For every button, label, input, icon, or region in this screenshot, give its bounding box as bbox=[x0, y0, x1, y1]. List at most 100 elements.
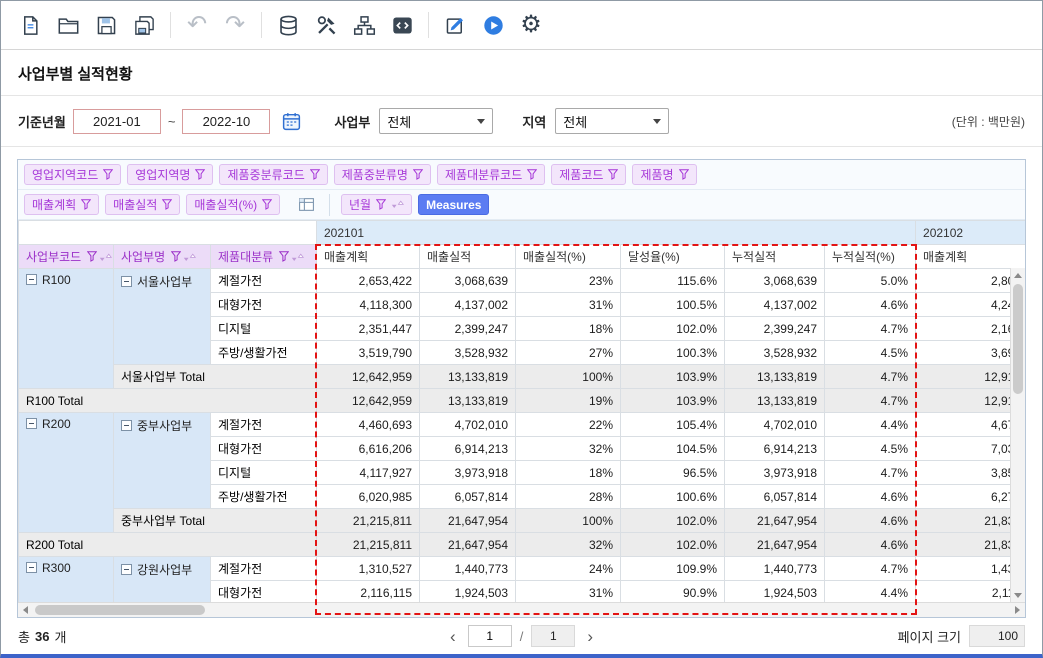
undo-button[interactable]: ↶ bbox=[178, 7, 216, 43]
field-chip[interactable]: 제품명 bbox=[632, 164, 696, 185]
field-chip[interactable]: 제품중분류코드 bbox=[219, 164, 327, 185]
calendar-button[interactable] bbox=[277, 107, 305, 135]
collapse-icon[interactable] bbox=[121, 420, 132, 431]
row-header-column[interactable]: 제품대분류 bbox=[211, 245, 317, 269]
category-cell[interactable]: 계절가전 bbox=[211, 269, 317, 293]
collapse-icon[interactable] bbox=[26, 418, 37, 429]
column-group-header[interactable]: 202101 bbox=[317, 221, 916, 245]
field-chip[interactable]: 제품대분류코드 bbox=[437, 164, 545, 185]
filter-icon[interactable] bbox=[608, 169, 618, 180]
vertical-scrollbar[interactable] bbox=[1010, 268, 1025, 602]
filter-icon[interactable] bbox=[262, 199, 272, 210]
sort-icon[interactable] bbox=[391, 200, 404, 209]
field-chip[interactable]: 제품코드 bbox=[551, 164, 626, 185]
sort-icon[interactable] bbox=[183, 253, 196, 262]
field-chip[interactable]: 영업지역코드 bbox=[24, 164, 121, 185]
horizontal-scrollbar[interactable] bbox=[18, 602, 1025, 617]
filter-icon[interactable] bbox=[171, 251, 181, 262]
filter-icon[interactable] bbox=[310, 169, 320, 180]
division-code-cell[interactable]: R300 bbox=[19, 557, 114, 603]
division-code-cell[interactable]: R200 bbox=[19, 413, 114, 533]
category-cell[interactable]: 대형가전 bbox=[211, 293, 317, 317]
filter-icon[interactable] bbox=[413, 169, 423, 180]
field-chip[interactable]: 매출실적(%) bbox=[186, 194, 280, 215]
measure-header[interactable]: 매출실적(%) bbox=[516, 245, 621, 269]
sort-icon[interactable] bbox=[99, 253, 112, 262]
scroll-up-arrow[interactable] bbox=[1011, 268, 1025, 282]
division-name-cell[interactable]: 서울사업부 bbox=[114, 269, 211, 365]
measure-header[interactable]: 달성율(%) bbox=[621, 245, 725, 269]
horizontal-scroll-thumb[interactable] bbox=[35, 605, 205, 615]
category-cell[interactable]: 주방/생활가전 bbox=[211, 341, 317, 365]
run-button[interactable] bbox=[474, 7, 512, 43]
measure-header[interactable]: 매출계획 bbox=[317, 245, 420, 269]
redo-button[interactable]: ↷ bbox=[216, 7, 254, 43]
collapse-icon[interactable] bbox=[121, 564, 132, 575]
division-name-cell[interactable]: 강원사업부 bbox=[114, 557, 211, 603]
tools-button[interactable] bbox=[307, 7, 345, 43]
field-chip-label: 영업지역코드 bbox=[32, 166, 98, 183]
row-header-column[interactable]: 사업부명 bbox=[114, 245, 211, 269]
category-cell[interactable]: 대형가전 bbox=[211, 581, 317, 603]
column-field-chip[interactable]: 년월 bbox=[341, 194, 412, 215]
filter-icon[interactable] bbox=[376, 199, 386, 210]
page-size-input[interactable] bbox=[969, 625, 1025, 647]
collapse-icon[interactable] bbox=[26, 274, 37, 285]
category-cell[interactable]: 디지털 bbox=[211, 317, 317, 341]
vertical-scroll-thumb[interactable] bbox=[1013, 284, 1023, 394]
measure-header[interactable]: 매출계획 bbox=[916, 245, 1025, 269]
edit-button[interactable] bbox=[436, 7, 474, 43]
scroll-down-arrow[interactable] bbox=[1011, 588, 1025, 602]
category-cell[interactable]: 주방/생활가전 bbox=[211, 485, 317, 509]
filter-icon[interactable] bbox=[162, 199, 172, 210]
region-select[interactable]: 전체 bbox=[555, 108, 669, 134]
scroll-left-arrow[interactable] bbox=[18, 603, 33, 617]
division-select[interactable]: 전체 bbox=[379, 108, 493, 134]
collapse-icon[interactable] bbox=[26, 562, 37, 573]
category-cell[interactable]: 계절가전 bbox=[211, 413, 317, 437]
filter-icon[interactable] bbox=[279, 251, 289, 262]
period-to-input[interactable] bbox=[182, 109, 270, 134]
save-button[interactable] bbox=[87, 7, 125, 43]
filter-icon[interactable] bbox=[81, 199, 91, 210]
row-header-column[interactable]: 사업부코드 bbox=[19, 245, 114, 269]
sitemap-button[interactable] bbox=[345, 7, 383, 43]
measure-header[interactable]: 매출실적 bbox=[420, 245, 516, 269]
value-cell: 6,914,213 bbox=[725, 437, 825, 461]
category-cell[interactable]: 대형가전 bbox=[211, 437, 317, 461]
filter-icon[interactable] bbox=[527, 169, 537, 180]
code-button[interactable] bbox=[383, 7, 421, 43]
next-page-button[interactable]: › bbox=[583, 628, 597, 645]
division-code-cell[interactable]: R100 bbox=[19, 269, 114, 389]
filter-icon[interactable] bbox=[87, 251, 97, 262]
field-chip[interactable]: 매출계획 bbox=[24, 194, 99, 215]
save-all-button[interactable] bbox=[125, 7, 163, 43]
field-chip[interactable]: 제품중분류명 bbox=[334, 164, 431, 185]
value-cell: 13,133,819 bbox=[420, 365, 516, 389]
period-from-input[interactable] bbox=[73, 109, 161, 134]
prev-page-button[interactable]: ‹ bbox=[446, 628, 460, 645]
settings-button[interactable]: ⚙ bbox=[512, 7, 550, 43]
filter-icon[interactable] bbox=[195, 169, 205, 180]
layout-toggle-button[interactable] bbox=[294, 193, 318, 217]
measure-header[interactable]: 누적실적(%) bbox=[825, 245, 916, 269]
sort-icon[interactable] bbox=[291, 253, 304, 262]
new-file-button[interactable] bbox=[11, 7, 49, 43]
field-chip[interactable]: 영업지역명 bbox=[127, 164, 213, 185]
database-button[interactable] bbox=[269, 7, 307, 43]
field-chip[interactable]: 매출실적 bbox=[105, 194, 180, 215]
filter-icon[interactable] bbox=[103, 169, 113, 180]
collapse-icon[interactable] bbox=[121, 276, 132, 287]
open-folder-button[interactable] bbox=[49, 7, 87, 43]
category-cell[interactable]: 계절가전 bbox=[211, 557, 317, 581]
value-cell: 109.9% bbox=[621, 557, 725, 581]
measure-header[interactable]: 누적실적 bbox=[725, 245, 825, 269]
filter-icon[interactable] bbox=[679, 169, 689, 180]
category-cell[interactable]: 디지털 bbox=[211, 461, 317, 485]
measures-chip[interactable]: Measures bbox=[418, 194, 489, 215]
scroll-right-arrow[interactable] bbox=[1010, 603, 1025, 617]
current-page-input[interactable] bbox=[468, 625, 512, 647]
measures-chip-label: Measures bbox=[426, 198, 481, 212]
division-name-cell[interactable]: 중부사업부 bbox=[114, 413, 211, 509]
column-group-header[interactable]: 202102 bbox=[916, 221, 1025, 245]
